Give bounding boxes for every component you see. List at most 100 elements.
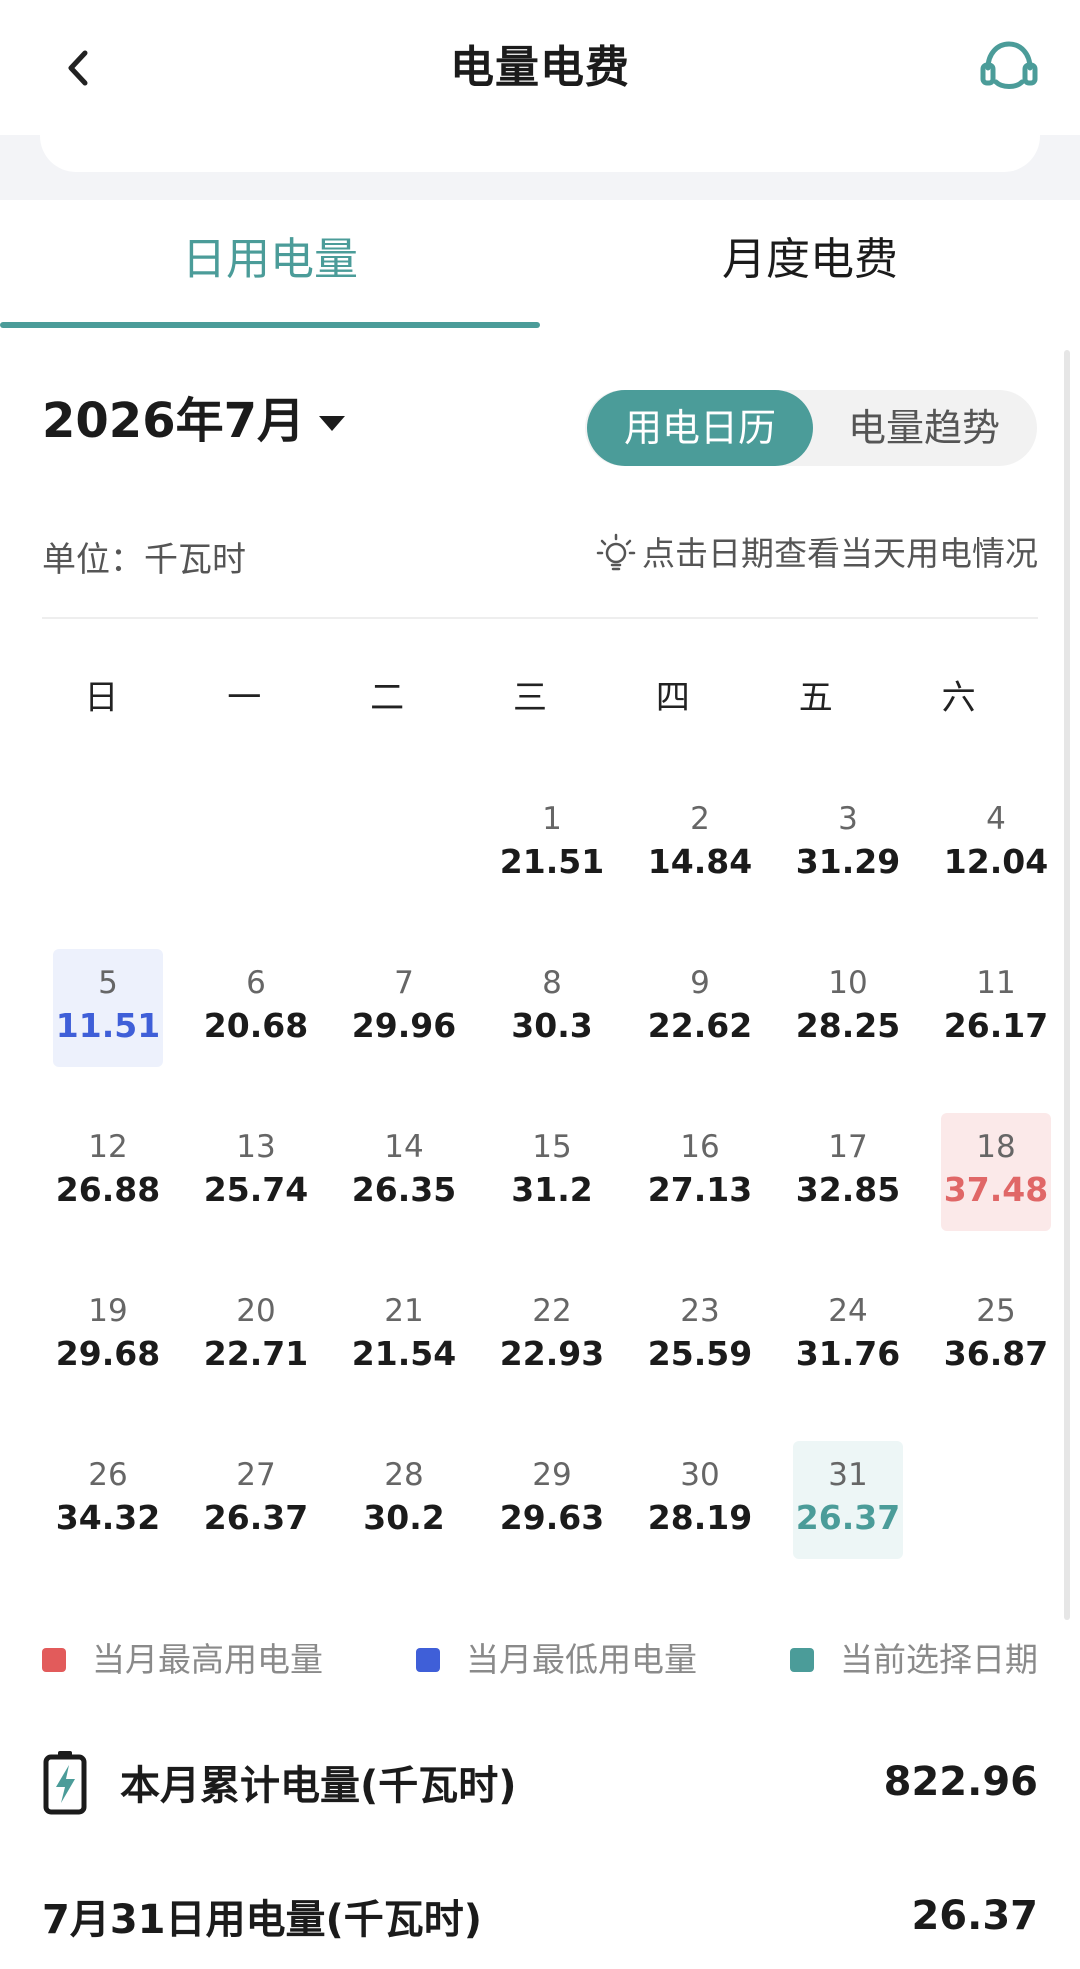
calendar-day-cell[interactable]: 7 29.96 (349, 949, 459, 1067)
calendar-day-cell[interactable]: 8 30.3 (497, 949, 607, 1067)
active-tab-indicator (0, 322, 540, 328)
calendar-day-cell[interactable]: 5 11.51 (53, 949, 163, 1067)
selected-day-label: 7月31日用电量(千瓦时) (42, 1897, 483, 1943)
day-number: 28 (384, 1457, 424, 1493)
calendar-day-cell[interactable]: 17 32.85 (793, 1113, 903, 1231)
day-number: 27 (236, 1457, 276, 1493)
day-usage-value: 29.96 (351, 1006, 457, 1045)
calendar-day-cell[interactable]: 15 31.2 (497, 1113, 607, 1231)
day-number: 2 (690, 801, 710, 837)
day-number: 4 (986, 801, 1006, 837)
calendar-day-cell[interactable]: 19 29.68 (53, 1277, 163, 1395)
day-usage-value: 26.37 (795, 1498, 901, 1537)
day-number: 21 (384, 1293, 424, 1329)
day-number: 5 (98, 965, 118, 1001)
calendar-day-cell[interactable]: 16 27.13 (645, 1113, 755, 1231)
legend-selected-label: 当前选择日期 (840, 1640, 1038, 1679)
calendar-day-cell[interactable]: 25 36.87 (941, 1277, 1051, 1395)
day-number: 6 (246, 965, 266, 1001)
day-number: 19 (88, 1293, 128, 1329)
divider (42, 617, 1038, 619)
legend-highest-label: 当月最高用电量 (92, 1640, 323, 1679)
day-usage-value: 25.59 (647, 1334, 753, 1373)
monthly-total-label: 本月累计电量(千瓦时) (120, 1763, 517, 1809)
day-usage-value: 27.13 (647, 1170, 753, 1209)
calendar-day-cell[interactable]: 28 30.2 (349, 1441, 459, 1559)
weekday-sun: 日 (84, 678, 119, 718)
calendar-day-cell[interactable]: 4 12.04 (941, 785, 1051, 903)
calendar-day-cell[interactable]: 12 26.88 (53, 1113, 163, 1231)
day-usage-value: 14.84 (647, 842, 753, 881)
day-number: 10 (828, 965, 868, 1001)
calendar-day-cell[interactable]: 27 26.37 (201, 1441, 311, 1559)
hint-text: 点击日期查看当天用电情况 (642, 534, 1038, 573)
day-usage-value: 26.37 (203, 1498, 309, 1537)
calendar-day-cell[interactable]: 18 37.48 (941, 1113, 1051, 1231)
day-usage-value: 36.87 (943, 1334, 1049, 1373)
calendar-day-cell[interactable]: 6 20.68 (201, 949, 311, 1067)
month-label: 2026年7月 (42, 393, 305, 449)
day-number: 1 (542, 801, 562, 837)
legend-lowest: 当月最低用电量 (416, 1636, 697, 1684)
calendar-day-cell[interactable]: 23 25.59 (645, 1277, 755, 1395)
day-number: 23 (680, 1293, 720, 1329)
calendar-day-cell[interactable]: 14 26.35 (349, 1113, 459, 1231)
calendar-day-cell[interactable]: 11 26.17 (941, 949, 1051, 1067)
scrollbar[interactable] (1064, 350, 1070, 1620)
day-number: 31 (828, 1457, 868, 1493)
headset-icon (980, 41, 1038, 89)
calendar-day-cell[interactable]: 20 22.71 (201, 1277, 311, 1395)
calendar-day-cell[interactable]: 2 14.84 (645, 785, 755, 903)
customer-service-button[interactable] (978, 36, 1040, 98)
calendar-day-cell[interactable]: 21 21.54 (349, 1277, 459, 1395)
calendar-day-cell[interactable]: 3 31.29 (793, 785, 903, 903)
legend-lowest-label: 当月最低用电量 (466, 1640, 697, 1679)
day-usage-value: 21.51 (499, 842, 605, 881)
day-usage-value: 31.76 (795, 1334, 901, 1373)
day-number: 30 (680, 1457, 720, 1493)
month-picker[interactable]: 2026年7月 (42, 388, 345, 454)
tab-monthly-bill[interactable]: 月度电费 (540, 230, 1080, 290)
calendar-day-cell[interactable]: 22 22.93 (497, 1277, 607, 1395)
day-number: 11 (976, 965, 1016, 1001)
weekday-fri: 五 (798, 678, 833, 718)
tab-daily-usage[interactable]: 日用电量 (0, 230, 540, 290)
day-usage-value: 25.74 (203, 1170, 309, 1209)
day-number: 3 (838, 801, 858, 837)
toggle-trend-view[interactable]: 电量趋势 (813, 390, 1035, 466)
day-usage-value: 11.51 (55, 1006, 161, 1045)
day-usage-value: 26.88 (55, 1170, 161, 1209)
monthly-total-row: 本月累计电量(千瓦时) 822.96 (42, 1742, 1038, 1822)
day-usage-value: 12.04 (943, 842, 1049, 881)
day-usage-value: 29.68 (55, 1334, 161, 1373)
calendar-day-cell[interactable]: 29 29.63 (497, 1441, 607, 1559)
day-usage-value: 28.19 (647, 1498, 753, 1537)
calendar-day-cell[interactable]: 24 31.76 (793, 1277, 903, 1395)
battery-charging-icon (43, 1751, 87, 1815)
lightbulb-icon (596, 533, 636, 571)
calendar-day-cell[interactable]: 30 28.19 (645, 1441, 755, 1559)
toggle-calendar-view[interactable]: 用电日历 (587, 390, 813, 466)
legend-selected: 当前选择日期 (790, 1636, 1038, 1684)
calendar-day-cell[interactable]: 9 22.62 (645, 949, 755, 1067)
weekday-wed: 三 (513, 678, 547, 718)
calendar-day-cell[interactable]: 31 26.37 (793, 1441, 903, 1559)
legend-lowest-swatch (416, 1648, 440, 1672)
hint-text-row: 点击日期查看当天用电情况 (596, 530, 1038, 578)
calendar-day-cell[interactable]: 10 28.25 (793, 949, 903, 1067)
day-usage-value: 22.71 (203, 1334, 309, 1373)
calendar-day-cell[interactable]: 26 34.32 (53, 1441, 163, 1559)
day-number: 8 (542, 965, 562, 1001)
page-title: 电量电费 (450, 42, 630, 93)
day-usage-value: 30.3 (511, 1006, 593, 1045)
calendar-day-cell[interactable]: 1 21.51 (497, 785, 607, 903)
selected-day-row: 7月31日用电量(千瓦时) 26.37 (42, 1884, 1038, 1948)
legend-highest: 当月最高用电量 (42, 1636, 323, 1684)
day-number: 17 (828, 1129, 868, 1165)
day-usage-value: 31.2 (511, 1170, 593, 1209)
legend-highest-swatch (42, 1648, 66, 1672)
unit-label: 单位：千瓦时 (42, 540, 246, 580)
calendar-day-cell[interactable]: 13 25.74 (201, 1113, 311, 1231)
day-number: 15 (532, 1129, 572, 1165)
day-number: 26 (88, 1457, 128, 1493)
